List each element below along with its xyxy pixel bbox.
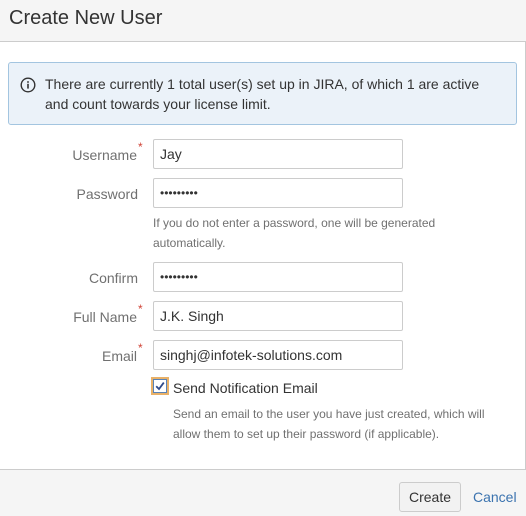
email-required-marker: * [138, 341, 143, 355]
confirm-label: Confirm [88, 270, 138, 286]
fullname-required-marker: * [138, 302, 143, 316]
info-icon [20, 77, 36, 93]
checkmark-icon [155, 382, 165, 391]
dialog-footer: Create Cancel [0, 469, 526, 516]
password-field[interactable]: ••••••••• [153, 178, 403, 208]
create-button[interactable]: Create [399, 482, 461, 512]
confirm-password-field[interactable]: ••••••••• [153, 262, 403, 292]
password-help-text: If you do not enter a password, one will… [153, 216, 436, 250]
cancel-link[interactable]: Cancel [473, 488, 517, 506]
username-required-marker: * [138, 140, 143, 154]
info-message-text: There are currently 1 total user(s) set … [45, 76, 480, 112]
dialog-header: Create New User [0, 0, 526, 42]
password-label: Password [76, 186, 138, 202]
info-message: There are currently 1 total user(s) set … [8, 62, 517, 125]
email-label: Email [101, 348, 137, 364]
fullname-field[interactable]: J.K. Singh [153, 301, 403, 331]
notification-help-text: Send an email to the user you have just … [173, 407, 485, 441]
username-label: Username [72, 147, 137, 163]
email-field[interactable]: singhj@infotek-solutions.com [153, 340, 403, 370]
dialog-title: Create New User [9, 7, 163, 29]
fullname-label: Full Name [73, 309, 137, 325]
send-notification-checkbox[interactable] [151, 377, 169, 395]
username-field[interactable]: Jay [153, 139, 403, 169]
create-user-dialog: Create New User There are currently 1 to… [0, 0, 526, 516]
send-notification-label[interactable]: Send Notification Email [173, 379, 318, 397]
